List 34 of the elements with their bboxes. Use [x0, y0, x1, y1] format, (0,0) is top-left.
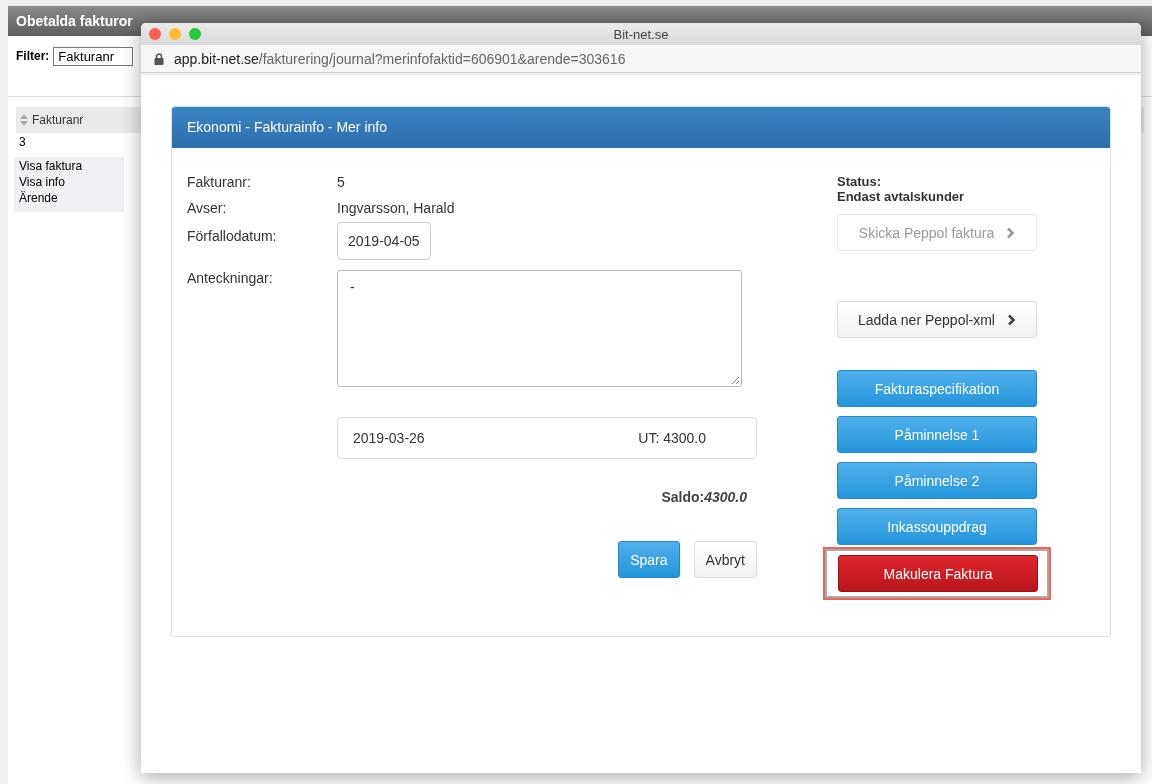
sort-icon: [20, 114, 28, 126]
url-path: /fakturering/journal?merinfofaktid=606901&arende=303616: [258, 50, 626, 67]
menu-item[interactable]: Visa info: [19, 174, 119, 190]
maximize-icon[interactable]: [189, 28, 201, 40]
field-label: Anteckningar:: [187, 270, 274, 288]
chevron-icon: [1007, 313, 1016, 326]
status-value: Endast avtalskunder: [837, 189, 966, 204]
column-header[interactable]: Fakturanr: [32, 113, 84, 127]
url-host: app.bit-net.se: [174, 50, 259, 67]
field-label: Förfallodatum:: [187, 228, 278, 244]
resize-grip-icon[interactable]: [731, 376, 739, 384]
transaction-date: 2019-03-26: [353, 430, 425, 446]
action-button[interactable]: Makulera Faktura: [838, 555, 1038, 592]
form-button[interactable]: Avbryt: [693, 541, 757, 578]
chevron-icon: [1006, 226, 1016, 239]
filter-field[interactable]: Fakturanr: [53, 46, 134, 66]
field-label: Fakturanr:: [187, 174, 252, 190]
notes-field[interactable]: -: [337, 270, 742, 387]
close-icon[interactable]: [149, 28, 161, 40]
field-label: Avser:: [187, 200, 228, 216]
table-cell-text: 3: [18, 134, 27, 151]
menu-item[interactable]: Ärende: [19, 190, 119, 206]
transaction-amount: UT: 4300.0: [638, 430, 706, 446]
field-value: Ingvarsson, Harald: [337, 200, 455, 216]
balance-text: Saldo:4300.0: [661, 489, 747, 505]
menu-item[interactable]: Visa faktura: [19, 158, 119, 174]
status-label: Status:: [837, 174, 883, 189]
action-button[interactable]: Ladda ner Peppol-xml: [837, 301, 1037, 338]
minimize-icon[interactable]: [169, 28, 181, 40]
panel-title: Ekonomi - Fakturainfo - Mer info: [187, 119, 387, 135]
filter-label: Filter:: [16, 49, 50, 63]
lock-icon: [154, 52, 164, 65]
field-value: 5: [337, 174, 345, 190]
date-field[interactable]: 2019-04-05: [337, 222, 431, 260]
